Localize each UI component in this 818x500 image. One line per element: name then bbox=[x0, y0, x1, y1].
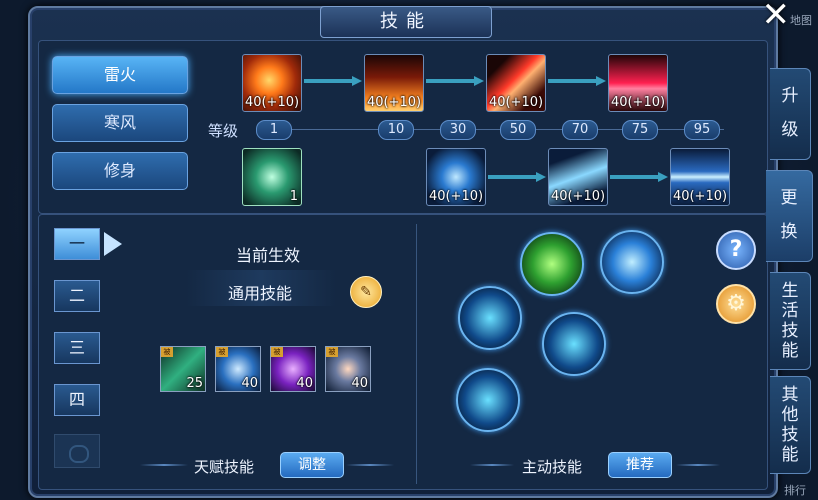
shield-gem-icon[interactable]: 被 40 bbox=[325, 346, 371, 392]
school-button-thunderfire[interactable]: 雷火 bbox=[52, 56, 188, 94]
side-tab-other-skills[interactable]: 其他技能 bbox=[770, 376, 811, 474]
fire-slash-icon[interactable]: 40(+10) bbox=[486, 54, 546, 112]
ornament-left bbox=[470, 464, 514, 466]
arrow-icon bbox=[548, 76, 606, 86]
side-tab-replace[interactable]: 更换 bbox=[766, 170, 813, 262]
meditate-skill-icon[interactable] bbox=[600, 230, 664, 294]
selected-arrow-icon bbox=[104, 232, 122, 256]
talent-name: 通用技能 bbox=[228, 284, 293, 303]
level-label: 等级 bbox=[208, 122, 239, 140]
close-icon[interactable]: ✕ bbox=[762, 0, 791, 32]
arrow-icon bbox=[610, 172, 668, 182]
window-title: 技能 bbox=[320, 6, 492, 38]
lightning-bolt-icon[interactable]: 40(+10) bbox=[426, 148, 486, 206]
level-marker: 75 bbox=[622, 120, 658, 140]
ornament-right bbox=[676, 464, 720, 466]
dash-skill-icon[interactable] bbox=[520, 232, 584, 296]
fire-burst-icon[interactable]: 40(+10) bbox=[242, 54, 302, 112]
current-effect-label: 当前生效 bbox=[236, 246, 301, 265]
arrow-icon bbox=[304, 76, 362, 86]
level-marker: 10 bbox=[378, 120, 414, 140]
flame-wall-icon[interactable]: 40(+10) bbox=[364, 54, 424, 112]
level-marker: 30 bbox=[440, 120, 476, 140]
arrow-icon bbox=[426, 76, 484, 86]
loadout-tab-1[interactable]: 一 bbox=[54, 228, 100, 260]
school-button-cultivation[interactable]: 修身 bbox=[52, 152, 188, 190]
crimson-blaze-icon[interactable]: 40(+10) bbox=[608, 54, 668, 112]
side-tab-upgrade[interactable]: 升级 bbox=[770, 68, 811, 160]
thunder-storm-icon[interactable]: 40(+10) bbox=[670, 148, 730, 206]
bg-fragment-top-right: 地图 bbox=[790, 14, 812, 27]
bg-fragment-bottom-right: 排行 bbox=[784, 484, 806, 497]
frost-wave-skill-icon[interactable] bbox=[542, 312, 606, 376]
loadout-tab-3[interactable]: 三 bbox=[54, 332, 100, 364]
purple-burst-icon[interactable]: 被 40 bbox=[270, 346, 316, 392]
active-section-label: 主动技能 bbox=[522, 458, 583, 476]
talent-section-label: 天赋技能 bbox=[194, 458, 255, 476]
school-button-coldwind[interactable]: 寒风 bbox=[52, 104, 188, 142]
level-marker: 95 bbox=[684, 120, 720, 140]
recommend-button[interactable]: 推荐 bbox=[608, 452, 672, 478]
green-claw-icon[interactable]: 被 25 bbox=[160, 346, 206, 392]
lightning-fist-icon[interactable]: 1 bbox=[242, 148, 302, 206]
arrow-icon bbox=[488, 172, 546, 182]
help-icon[interactable]: ? bbox=[716, 230, 756, 270]
adjust-button[interactable]: 调整 bbox=[280, 452, 344, 478]
water-orb-skill-icon[interactable] bbox=[456, 368, 520, 432]
panel-divider bbox=[416, 224, 417, 484]
level-marker: 50 bbox=[500, 120, 536, 140]
ornament-right bbox=[346, 464, 394, 466]
edit-talent-icon[interactable]: ✎ bbox=[350, 276, 382, 308]
ornament-left bbox=[140, 464, 188, 466]
lightning-strike-icon[interactable]: 40(+10) bbox=[548, 148, 608, 206]
level-marker: 1 bbox=[256, 120, 292, 140]
side-tab-life-skills[interactable]: 生活技能 bbox=[770, 272, 811, 370]
locked-tab-lock-icon bbox=[54, 434, 100, 468]
level-marker: 70 bbox=[562, 120, 598, 140]
loadout-tab-2[interactable]: 二 bbox=[54, 280, 100, 312]
loadout-tab-4[interactable]: 四 bbox=[54, 384, 100, 416]
gear-icon[interactable]: ⚙ bbox=[716, 284, 756, 324]
ice-crystal-icon[interactable]: 被 40 bbox=[215, 346, 261, 392]
ice-shards-skill-icon[interactable] bbox=[458, 286, 522, 350]
